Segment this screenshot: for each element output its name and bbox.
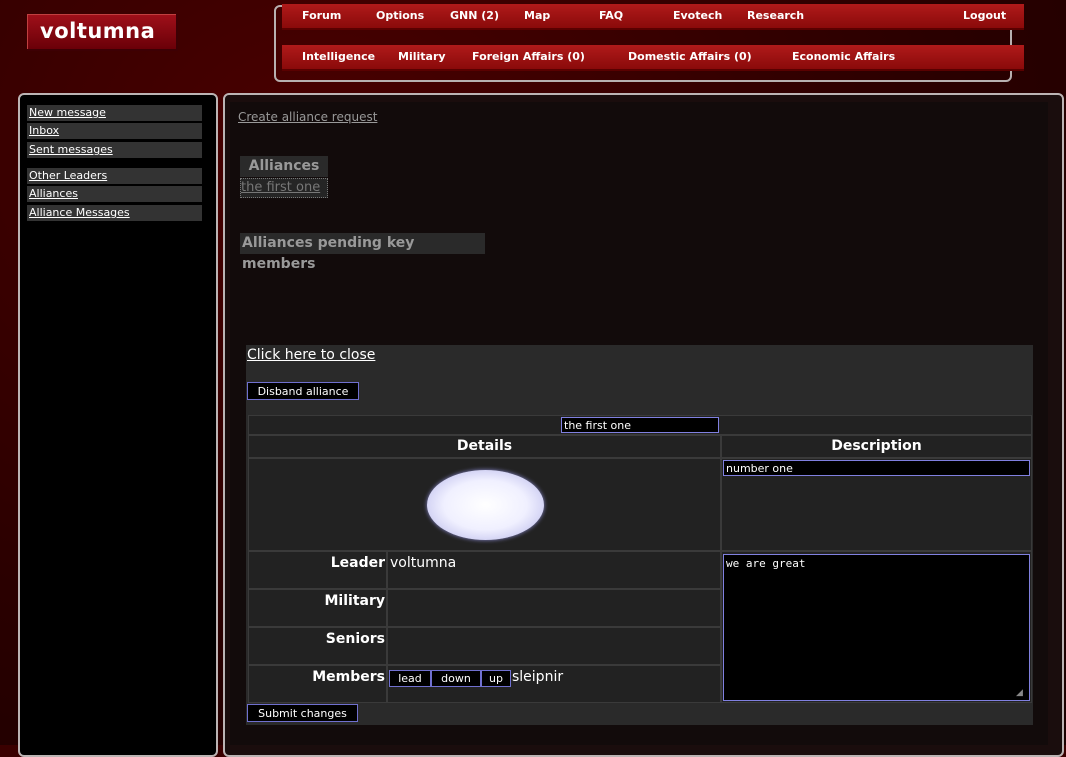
nav-evotech[interactable]: Evotech [673, 9, 722, 22]
alliance-link[interactable]: the first one [240, 178, 328, 198]
member-lead-button[interactable]: lead [389, 670, 431, 687]
alliance-name-input[interactable] [561, 417, 719, 433]
short-description-input[interactable] [723, 460, 1030, 476]
submit-changes-button[interactable]: Submit changes [247, 704, 358, 722]
nav-faq[interactable]: FAQ [599, 9, 623, 22]
alliances-list: Alliances the first one [239, 155, 329, 199]
sidebar-alliances[interactable]: Alliances [27, 186, 202, 202]
sidebar-alliance-messages[interactable]: Alliance Messages [27, 205, 202, 221]
long-description-textarea[interactable]: we are great [723, 554, 1030, 701]
nav-bar-secondary: Intelligence Military Foreign Affairs (0… [282, 45, 1024, 71]
nav-military[interactable]: Military [398, 50, 446, 63]
member-down-button[interactable]: down [431, 670, 481, 687]
alliances-heading: Alliances [240, 156, 328, 177]
nav-domestic-affairs[interactable]: Domestic Affairs (0) [628, 50, 752, 63]
nav-map[interactable]: Map [524, 9, 550, 22]
details-heading: Details [456, 438, 513, 454]
leader-value: voltumna [390, 555, 457, 571]
member-name: sleipnir [512, 669, 564, 685]
nav-logout[interactable]: Logout [963, 9, 1006, 22]
resize-handle-icon[interactable]: ◢ [1016, 688, 1026, 698]
nav-research[interactable]: Research [747, 9, 804, 22]
nav-foreign-affairs[interactable]: Foreign Affairs (0) [472, 50, 585, 63]
nav-bar-primary: Forum Options GNN (2) Map FAQ Evotech Re… [282, 4, 1024, 30]
nav-intelligence[interactable]: Intelligence [302, 50, 375, 63]
member-up-button[interactable]: up [481, 670, 511, 687]
military-value-cell [387, 589, 721, 627]
seniors-label: Seniors [325, 631, 385, 647]
sidebar-inbox[interactable]: Inbox [27, 123, 202, 139]
logo[interactable]: voltumna [27, 14, 178, 51]
sidebar-sent-messages[interactable]: Sent messages [27, 142, 202, 158]
nav-economic-affairs[interactable]: Economic Affairs [792, 50, 895, 63]
seniors-value-cell [387, 627, 721, 665]
leader-label: Leader [330, 555, 385, 571]
pending-heading: Alliances pending key members [240, 233, 485, 272]
nav-options[interactable]: Options [376, 9, 424, 22]
nav-forum[interactable]: Forum [302, 9, 341, 22]
military-label: Military [324, 593, 386, 609]
sidebar-new-message[interactable]: New message [27, 105, 202, 121]
members-label: Members [312, 669, 385, 685]
nav-gnn[interactable]: GNN (2) [450, 9, 499, 22]
close-panel-link[interactable]: Click here to close [247, 347, 375, 363]
logo-text: voltumna [40, 19, 156, 43]
description-heading: Description [831, 438, 922, 454]
sidebar-other-leaders[interactable]: Other Leaders [27, 168, 202, 184]
create-alliance-link[interactable]: Create alliance request [238, 110, 377, 124]
alliance-avatar[interactable] [427, 470, 544, 540]
disband-alliance-button[interactable]: Disband alliance [247, 382, 359, 400]
